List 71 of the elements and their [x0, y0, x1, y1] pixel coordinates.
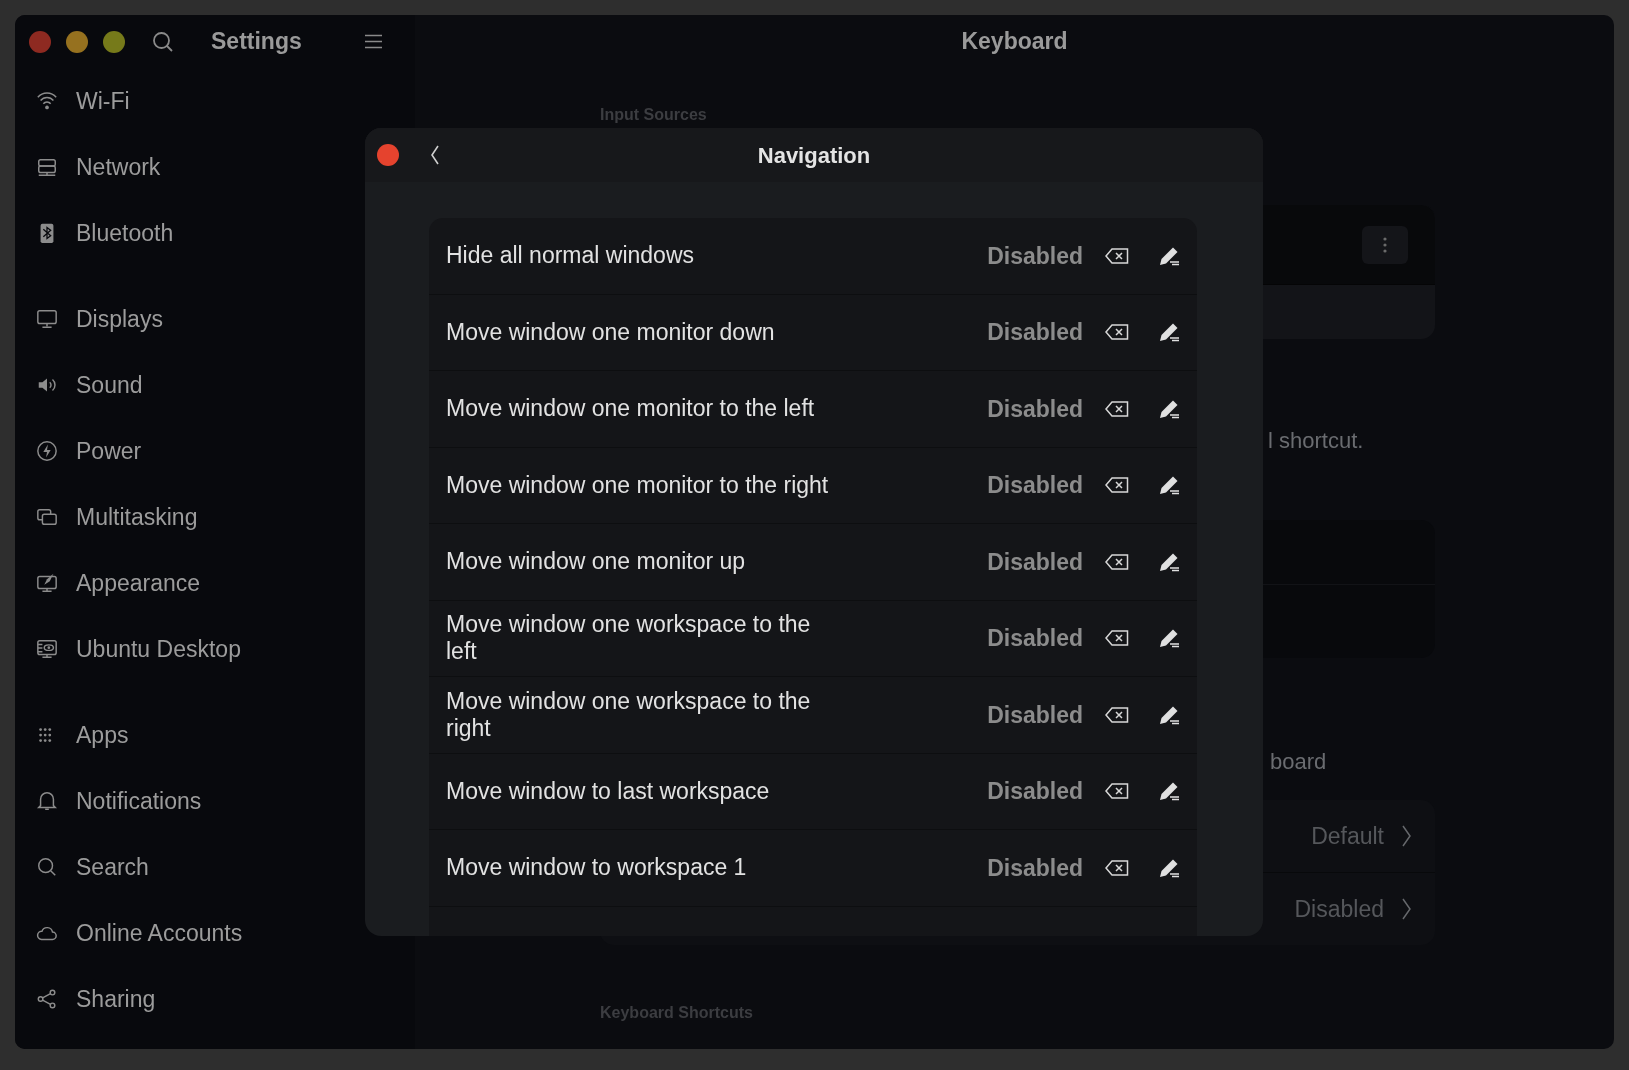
chevron-right-icon[interactable] — [1402, 898, 1411, 920]
section-heading: board — [1270, 748, 1328, 776]
shortcut-value: Disabled — [987, 318, 1083, 347]
backspace-icon[interactable] — [1105, 400, 1129, 417]
shortcut-label: Move window to last workspace — [446, 777, 771, 805]
appearance-icon — [36, 572, 58, 594]
shortcut-value: Disabled — [987, 547, 1083, 577]
sidebar-item[interactable]: Power — [76, 433, 142, 469]
shortcut-label: Move window one monitor down — [446, 318, 776, 346]
backspace-icon[interactable] — [1105, 477, 1129, 494]
shortcut-value: Disabled — [987, 471, 1083, 500]
row-value: Disabled — [1294, 894, 1384, 924]
sidebar-item[interactable]: Sharing — [76, 981, 156, 1017]
backspace-icon[interactable] — [1105, 630, 1129, 647]
shortcut-label: Move window one monitor up — [446, 548, 747, 576]
sidebar-item[interactable]: Bluetooth — [76, 215, 174, 251]
sidebar-item[interactable]: Ubuntu Desktop — [76, 631, 241, 667]
sidebar-title: Settings — [211, 27, 302, 57]
bell-icon — [36, 790, 58, 812]
shortcut-value: Disabled — [987, 241, 1083, 271]
dialog-title: Navigation — [757, 141, 871, 170]
shortcut-value: Disabled — [987, 700, 1083, 730]
close-button[interactable] — [377, 144, 399, 166]
shortcut-label: Move window one monitor to the right — [446, 471, 830, 499]
description-text: l shortcut. — [1268, 427, 1365, 455]
search-icon[interactable] — [152, 30, 174, 53]
pencil-icon[interactable] — [1158, 780, 1180, 803]
shortcut-value: Disabled — [987, 777, 1083, 806]
desktop-icon — [36, 638, 58, 660]
shortcut-label: Hide all normal windows — [446, 242, 695, 270]
shortcut-value: Disabled — [987, 853, 1083, 883]
windows-icon — [36, 506, 58, 528]
sidebar-item[interactable]: Appearance — [76, 565, 201, 601]
sidebar-item[interactable]: Apps — [76, 717, 129, 753]
maximize-button[interactable] — [103, 30, 125, 53]
network-icon — [36, 156, 58, 178]
shortcut-label: Move window one workspace to the left — [446, 611, 812, 666]
backspace-icon[interactable] — [1105, 783, 1129, 800]
pencil-icon[interactable] — [1158, 474, 1180, 497]
search-icon — [36, 856, 58, 878]
shortcut-label: Move window one workspace to the right — [446, 687, 812, 742]
backspace-icon[interactable] — [1105, 247, 1129, 264]
window-title: Keyboard — [961, 27, 1068, 57]
sidebar-item[interactable]: Search — [76, 849, 149, 885]
backspace-icon[interactable] — [1105, 706, 1129, 723]
shortcut-value: Disabled — [987, 394, 1083, 424]
shortcut-label: Move window one monitor to the left — [446, 395, 816, 423]
backspace-icon[interactable] — [1105, 553, 1129, 570]
sidebar-item[interactable]: Wi-Fi — [76, 83, 130, 119]
lightning-icon — [36, 440, 58, 462]
shortcut-value: Disabled — [987, 624, 1083, 653]
backspace-icon[interactable] — [1105, 859, 1129, 876]
sidebar-item[interactable]: Sound — [76, 367, 143, 403]
menu-icon[interactable] — [364, 34, 382, 49]
shortcut-label: Move window to workspace 1 — [446, 854, 748, 882]
monitor-icon — [36, 308, 58, 330]
minimize-button[interactable] — [66, 30, 88, 53]
sidebar-item[interactable]: Online Accounts — [76, 915, 243, 951]
sidebar-item[interactable]: Multitasking — [76, 499, 198, 535]
backspace-icon[interactable] — [1105, 324, 1129, 341]
pencil-icon[interactable] — [1158, 627, 1180, 650]
share-icon — [36, 988, 58, 1010]
pencil-icon[interactable] — [1158, 321, 1180, 344]
sidebar-item[interactable]: Displays — [76, 301, 163, 337]
row-value: Default — [1311, 821, 1384, 851]
wifi-icon — [36, 90, 58, 112]
more-icon — [1383, 236, 1387, 253]
back-icon[interactable] — [429, 144, 441, 166]
sidebar-item[interactable]: Notifications — [76, 783, 202, 819]
chevron-right-icon[interactable] — [1402, 825, 1411, 847]
sidebar-item[interactable]: Network — [76, 149, 161, 185]
